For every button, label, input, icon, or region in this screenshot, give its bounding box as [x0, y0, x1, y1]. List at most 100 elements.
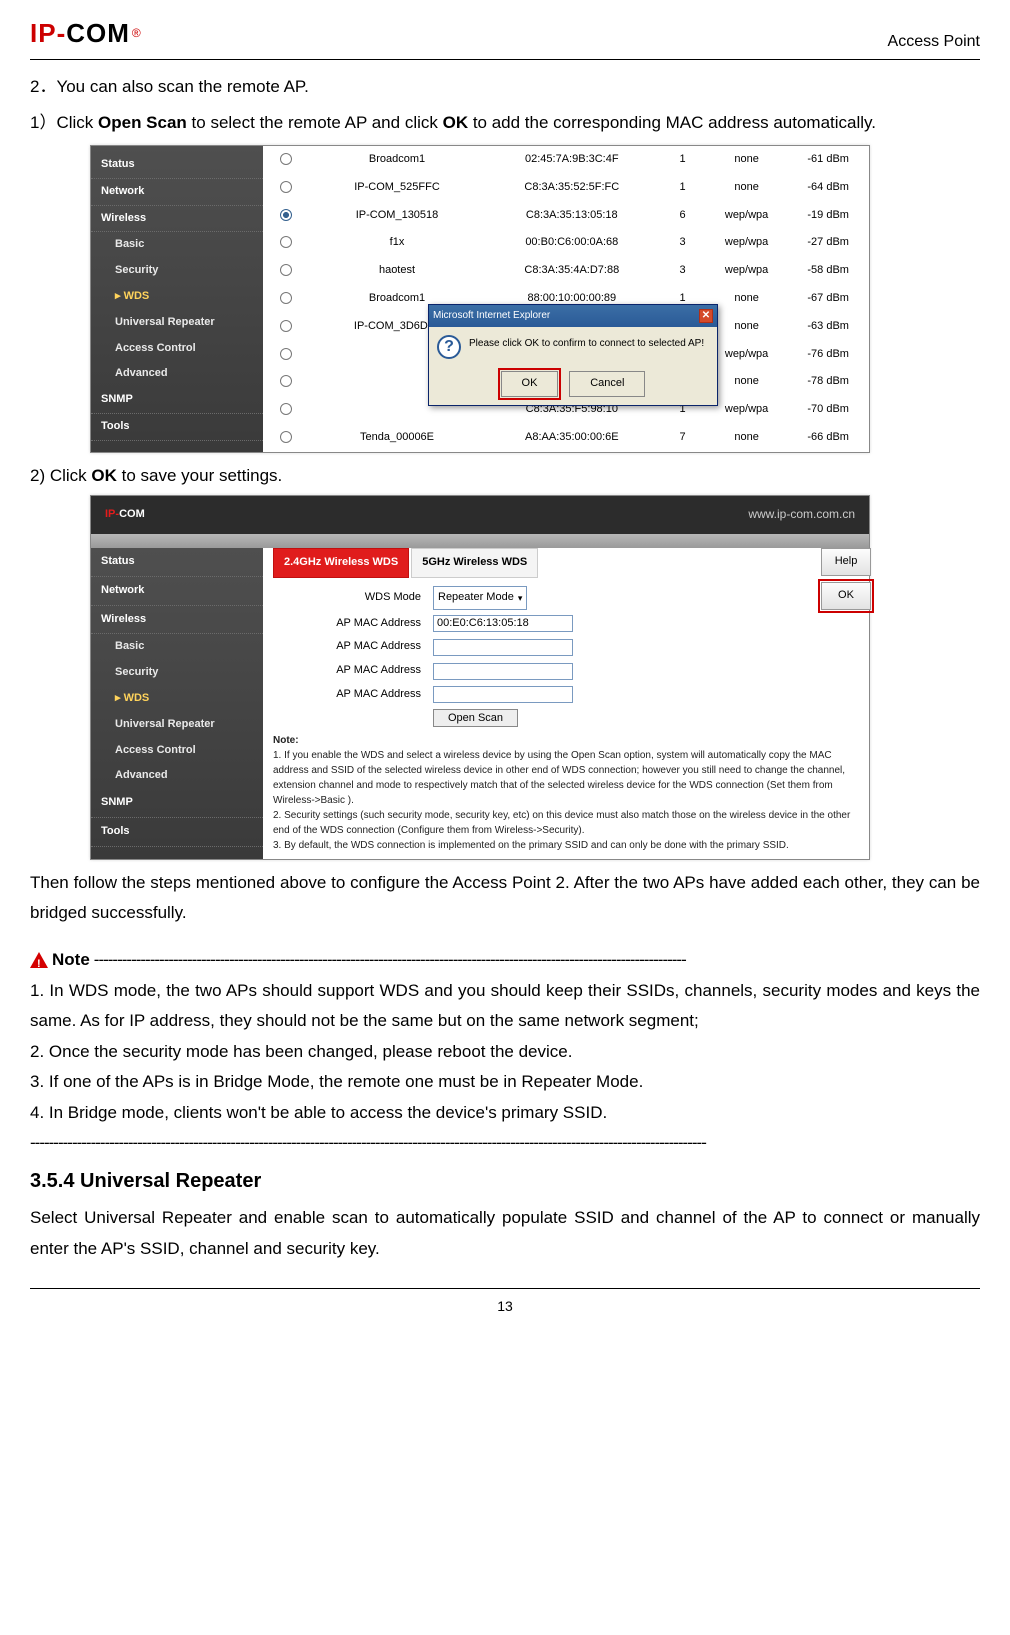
mid-text-1: 2) Click OK to save your settings.	[30, 461, 980, 492]
cell-mac: A8:AA:35:00:00:6E	[484, 424, 659, 452]
wds-mode-select[interactable]: Repeater Mode	[433, 586, 527, 610]
cell-channel: 3	[659, 257, 706, 285]
intro-line-1: 2．You can also scan the remote AP.	[30, 72, 980, 103]
radio-icon[interactable]	[280, 153, 292, 165]
screenshot-open-scan: Status Network Wireless Basic Security ▸…	[90, 145, 870, 453]
cell-signal: -67 dBm	[787, 285, 869, 313]
tab-24ghz[interactable]: 2.4GHz Wireless WDS	[273, 548, 409, 578]
nav-advanced[interactable]: Advanced	[91, 361, 263, 387]
cell-ssid: haotest	[310, 257, 485, 285]
cell-mac: 00:B0:C6:00:0A:68	[484, 229, 659, 257]
mac-input-2[interactable]	[433, 639, 573, 656]
cell-signal: -58 dBm	[787, 257, 869, 285]
cell-channel: 7	[659, 424, 706, 452]
cell-signal: -64 dBm	[787, 174, 869, 202]
radio-icon[interactable]	[280, 236, 292, 248]
cell-security: wep/wpa	[706, 202, 788, 230]
cell-signal: -63 dBm	[787, 313, 869, 341]
logo-reg: ®	[132, 23, 141, 45]
ss2-note-title: Note:	[273, 735, 299, 746]
dialog-ok-button[interactable]: OK	[501, 371, 559, 397]
end-dashes: ----------------------------------------…	[30, 1128, 980, 1159]
nav-wireless[interactable]: Wireless	[91, 206, 263, 233]
ss2-gradient-bar	[91, 534, 869, 548]
dialog-cancel-button[interactable]: Cancel	[569, 371, 645, 397]
nav-snmp[interactable]: SNMP	[91, 387, 263, 414]
mac-label-4: AP MAC Address	[273, 685, 433, 705]
cell-security: none	[706, 146, 788, 174]
cell-ssid: IP-COM_130518	[310, 202, 485, 230]
cell-mac: C8:3A:35:13:05:18	[484, 202, 659, 230]
nav2-tools[interactable]: Tools	[91, 818, 263, 847]
nav2-security[interactable]: Security	[91, 660, 263, 686]
mac-input-4[interactable]	[433, 686, 573, 703]
brand-logo: IP- COM ®	[30, 10, 141, 57]
radio-icon[interactable]	[280, 431, 292, 443]
radio-icon[interactable]	[280, 209, 292, 221]
page-number: 13	[30, 1294, 980, 1319]
scan-results-table: Broadcom102:45:7A:9B:3C:4F1none-61 dBmIP…	[263, 146, 869, 452]
cell-channel: 1	[659, 146, 706, 174]
radio-icon[interactable]	[280, 403, 292, 415]
nav-security[interactable]: Security	[91, 258, 263, 284]
cell-security: wep/wpa	[706, 257, 788, 285]
mac-label-2: AP MAC Address	[273, 637, 433, 657]
mac-label-3: AP MAC Address	[273, 661, 433, 681]
radio-icon[interactable]	[280, 375, 292, 387]
cell-ssid: Broadcom1	[310, 146, 485, 174]
table-row[interactable]: Broadcom102:45:7A:9B:3C:4F1none-61 dBm	[263, 146, 869, 174]
cell-signal: -66 dBm	[787, 424, 869, 452]
radio-icon[interactable]	[280, 264, 292, 276]
open-scan-button[interactable]: Open Scan	[433, 709, 518, 727]
after-ss2-text: Then follow the steps mentioned above to…	[30, 868, 980, 929]
nav2-status[interactable]: Status	[91, 548, 263, 577]
nav2-wds[interactable]: ▸ WDS	[91, 686, 263, 712]
close-icon[interactable]: ✕	[699, 309, 713, 323]
cell-security: none	[706, 174, 788, 202]
nav2-ur[interactable]: Universal Repeater	[91, 712, 263, 738]
screenshot-wds-form: IP-COM www.ip-com.com.cn Status Network …	[90, 495, 870, 859]
ss2-note-1: 1. If you enable the WDS and select a wi…	[273, 750, 845, 806]
table-row[interactable]: IP-COM_130518C8:3A:35:13:05:186wep/wpa-1…	[263, 202, 869, 230]
nav2-ac[interactable]: Access Control	[91, 738, 263, 764]
ss2-main: 2.4GHz Wireless WDS 5GHz Wireless WDS He…	[263, 548, 869, 859]
help-button[interactable]: Help	[821, 548, 871, 576]
nav-wds[interactable]: ▸ WDS	[91, 284, 263, 310]
tab-5ghz[interactable]: 5GHz Wireless WDS	[411, 548, 538, 578]
nav2-basic[interactable]: Basic	[91, 634, 263, 660]
radio-icon[interactable]	[280, 292, 292, 304]
radio-icon[interactable]	[280, 320, 292, 332]
nav-universal-repeater[interactable]: Universal Repeater	[91, 310, 263, 336]
radio-icon[interactable]	[280, 348, 292, 360]
ss1-main: Broadcom102:45:7A:9B:3C:4F1none-61 dBmIP…	[263, 146, 869, 452]
radio-icon[interactable]	[280, 181, 292, 193]
table-row[interactable]: IP-COM_525FFCC8:3A:35:52:5F:FC1none-64 d…	[263, 174, 869, 202]
ie-confirm-dialog: Microsoft Internet Explorer ✕ ? Please c…	[428, 304, 718, 406]
nav-network[interactable]: Network	[91, 179, 263, 206]
section-body: Select Universal Repeater and enable sca…	[30, 1203, 980, 1264]
nav-status[interactable]: Status	[91, 152, 263, 179]
cell-signal: -27 dBm	[787, 229, 869, 257]
cell-mac: C8:3A:35:4A:D7:88	[484, 257, 659, 285]
dialog-message: Please click OK to confirm to connect to…	[469, 335, 704, 353]
ok-button[interactable]: OK	[821, 582, 871, 610]
nav2-wireless[interactable]: Wireless	[91, 606, 263, 635]
nav2-network[interactable]: Network	[91, 577, 263, 606]
table-row[interactable]: haotestC8:3A:35:4A:D7:883wep/wpa-58 dBm	[263, 257, 869, 285]
section-heading: 3.5.4 Universal Repeater	[30, 1163, 980, 1199]
cell-ssid: f1x	[310, 229, 485, 257]
question-icon: ?	[437, 335, 461, 359]
cell-ssid: IP-COM_525FFC	[310, 174, 485, 202]
nav2-adv[interactable]: Advanced	[91, 763, 263, 789]
cell-signal: -70 dBm	[787, 396, 869, 424]
ss2-note-3: 3. By default, the WDS connection is imp…	[273, 840, 789, 851]
table-row[interactable]: Tenda_00006EA8:AA:35:00:00:6E7none-66 dB…	[263, 424, 869, 452]
nav2-snmp[interactable]: SNMP	[91, 789, 263, 818]
nav-basic[interactable]: Basic	[91, 232, 263, 258]
nav-access-control[interactable]: Access Control	[91, 336, 263, 362]
nav-tools[interactable]: Tools	[91, 414, 263, 441]
mac-input-3[interactable]	[433, 663, 573, 680]
mac-input-1[interactable]	[433, 615, 573, 632]
table-row[interactable]: f1x00:B0:C6:00:0A:683wep/wpa-27 dBm	[263, 229, 869, 257]
cell-signal: -61 dBm	[787, 146, 869, 174]
